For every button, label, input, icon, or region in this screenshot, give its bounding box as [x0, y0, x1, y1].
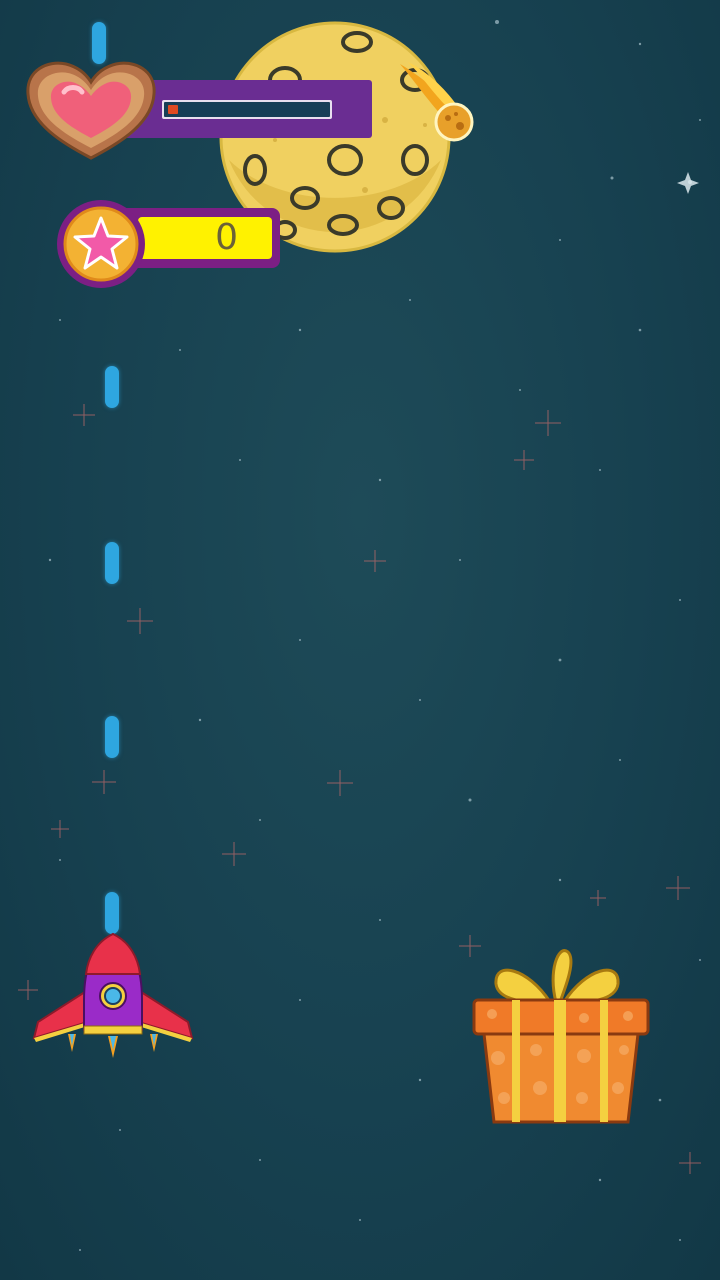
rocket-ship-player[interactable]	[30, 930, 196, 1064]
score-field: 0	[138, 217, 272, 259]
laser-bolt	[105, 366, 119, 408]
star-icon	[57, 200, 145, 288]
game-screen: { "hud": { "health": { "level": 0.06, "i…	[0, 0, 720, 1280]
comet-sprite	[400, 62, 474, 142]
laser-bolt	[105, 716, 119, 758]
laser-bolt	[105, 542, 119, 584]
laser-bolt	[92, 22, 106, 64]
heart-icon	[26, 61, 156, 160]
health-bar-fill	[168, 105, 178, 114]
gift-box-powerup[interactable]	[468, 938, 654, 1126]
laser-bolt	[105, 892, 119, 934]
health-bar-track	[162, 100, 332, 119]
score-value: 0	[215, 217, 238, 258]
